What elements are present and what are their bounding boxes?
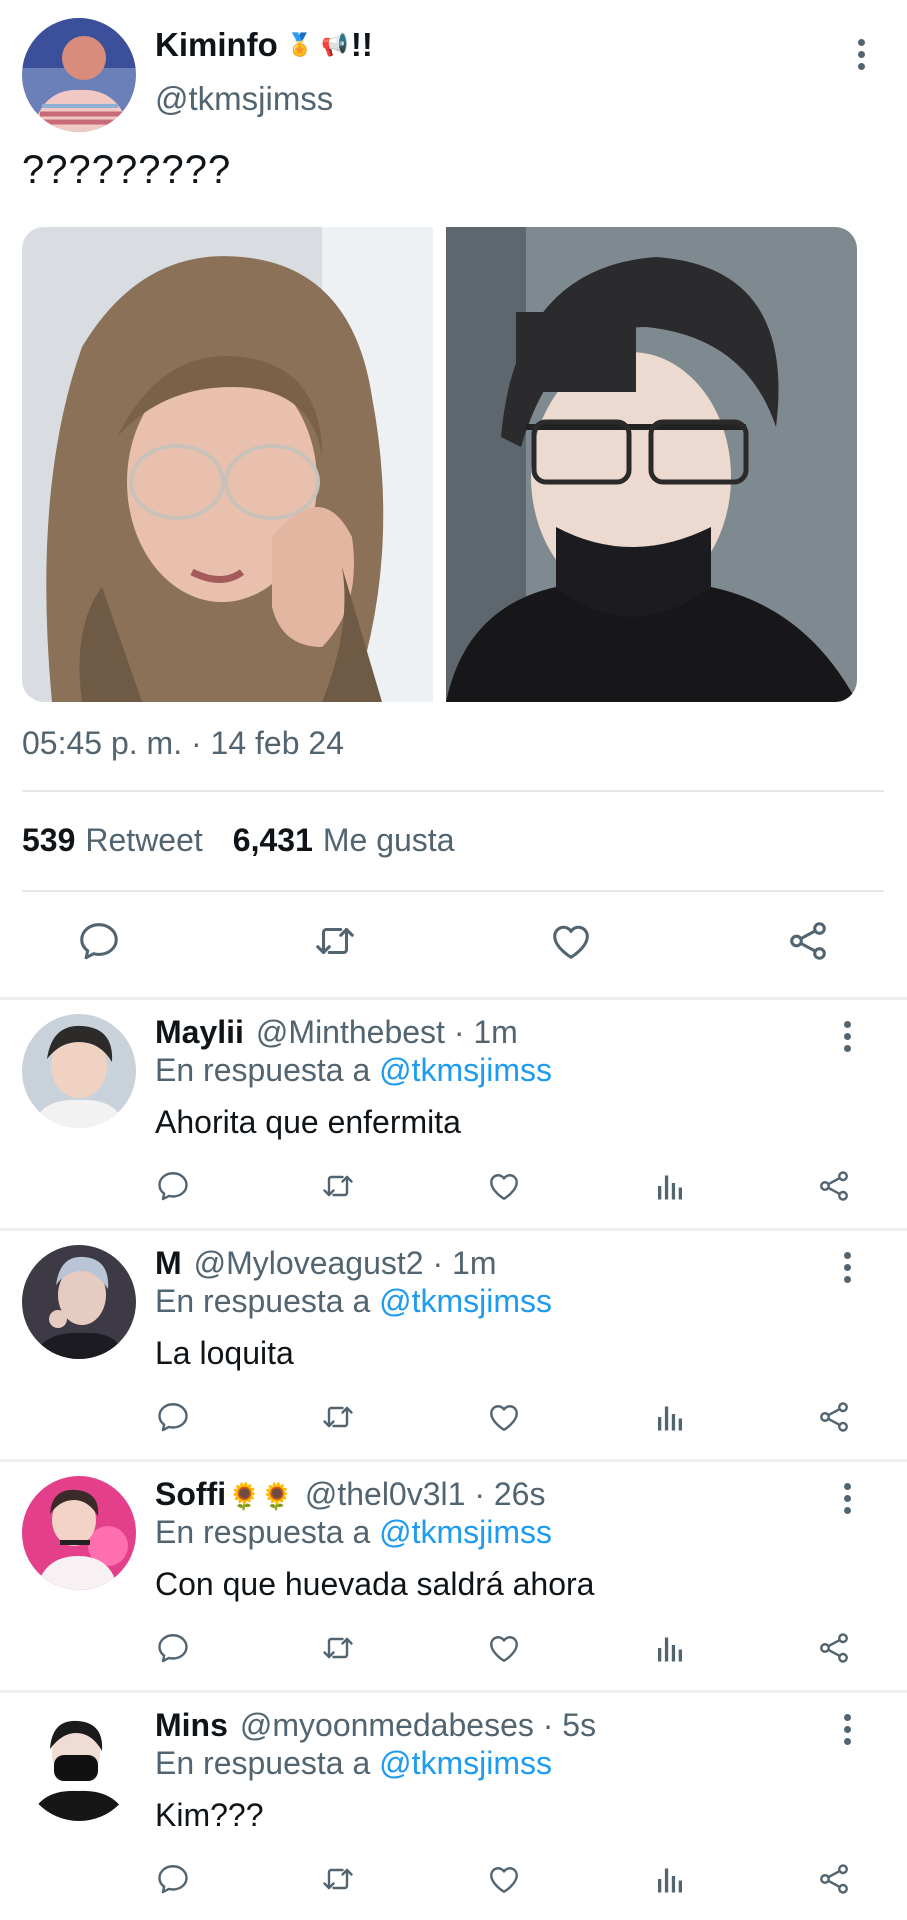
author-name-row[interactable]: Kiminfo 🏅 📢 !! xyxy=(155,26,373,64)
tweet-photo-2[interactable] xyxy=(446,227,857,702)
views-icon[interactable] xyxy=(652,1168,688,1204)
replying-prefix: En respuesta a xyxy=(155,1745,371,1781)
more-options-icon[interactable] xyxy=(846,34,876,74)
megaphone-emoji: 📢 xyxy=(321,32,349,57)
more-options-icon[interactable] xyxy=(832,1247,862,1287)
retweets-count[interactable]: 539 xyxy=(22,822,75,859)
reply-avatar[interactable] xyxy=(22,1707,136,1821)
tweet-timestamp[interactable]: 05:45 p. m. · 14 feb 24 xyxy=(22,725,344,762)
share-icon[interactable] xyxy=(816,1399,852,1435)
tweet-photo-1[interactable] xyxy=(22,227,433,702)
like-icon[interactable] xyxy=(486,1399,522,1435)
like-icon[interactable] xyxy=(486,1861,522,1897)
replying-to: En respuesta a @tkmsjimss xyxy=(155,1514,552,1551)
author-name-suffix: !! xyxy=(350,26,373,63)
name-emoji: 🌻🌻 xyxy=(228,1481,293,1511)
reply-author-name[interactable]: Mins xyxy=(155,1707,228,1744)
like-icon[interactable] xyxy=(486,1630,522,1666)
reply-author-name[interactable]: Maylii xyxy=(155,1014,244,1051)
retweet-icon[interactable] xyxy=(320,1168,356,1204)
reply-author-name[interactable]: M xyxy=(155,1245,182,1282)
reply-avatar[interactable] xyxy=(22,1014,136,1128)
more-options-icon[interactable] xyxy=(832,1709,862,1749)
more-options-icon[interactable] xyxy=(832,1016,862,1056)
share-icon[interactable] xyxy=(816,1861,852,1897)
medal-emoji: 🏅 xyxy=(286,32,314,57)
replying-to: En respuesta a @tkmsjimss xyxy=(155,1283,552,1320)
views-icon[interactable] xyxy=(652,1630,688,1666)
reply-icon[interactable] xyxy=(76,918,122,964)
divider xyxy=(22,890,884,892)
reply-icon[interactable] xyxy=(155,1399,191,1435)
author-name[interactable]: Kiminfo xyxy=(155,26,278,64)
replying-mention[interactable]: @tkmsjimss xyxy=(379,1283,552,1319)
likes-count[interactable]: 6,431 xyxy=(233,822,313,859)
reply-handle-time[interactable]: @myoonmedabeses · 5s xyxy=(240,1707,596,1744)
share-icon[interactable] xyxy=(816,1630,852,1666)
reply-text: Ahorita que enfermita xyxy=(155,1104,461,1140)
more-options-icon[interactable] xyxy=(832,1478,862,1518)
reply-name-row[interactable]: Mins @myoonmedabeses · 5s xyxy=(155,1707,596,1744)
share-icon[interactable] xyxy=(785,918,831,964)
retweet-icon[interactable] xyxy=(320,1399,356,1435)
replying-prefix: En respuesta a xyxy=(155,1283,371,1319)
retweet-icon[interactable] xyxy=(320,1630,356,1666)
tweet-stats: 539 Retweet 6,431 Me gusta xyxy=(22,822,454,859)
reply-tweet[interactable]: Soffi🌻🌻 @thel0v3l1 · 26s En respuesta a … xyxy=(0,1462,907,1690)
author-avatar[interactable] xyxy=(22,18,136,132)
reply-tweet[interactable]: Mins @myoonmedabeses · 5s En respuesta a… xyxy=(0,1693,907,1920)
replying-prefix: En respuesta a xyxy=(155,1052,371,1088)
tweet-text: ????????? xyxy=(22,148,232,192)
replying-mention[interactable]: @tkmsjimss xyxy=(379,1052,552,1088)
like-icon[interactable] xyxy=(486,1168,522,1204)
reply-handle-time[interactable]: @Minthebest · 1m xyxy=(256,1014,518,1051)
share-icon[interactable] xyxy=(816,1168,852,1204)
reply-tweet[interactable]: M @Myloveagust2 · 1m En respuesta a @tkm… xyxy=(0,1231,907,1459)
reply-icon[interactable] xyxy=(155,1168,191,1204)
tweet-action-bar xyxy=(0,918,907,970)
like-icon[interactable] xyxy=(548,918,594,964)
reply-icon[interactable] xyxy=(155,1861,191,1897)
retweet-icon[interactable] xyxy=(320,1861,356,1897)
reply-text: La loquita xyxy=(155,1335,294,1371)
reply-name-row[interactable]: Soffi🌻🌻 @thel0v3l1 · 26s xyxy=(155,1476,545,1513)
reply-avatar[interactable] xyxy=(22,1245,136,1359)
reply-author-name[interactable]: Soffi🌻🌻 xyxy=(155,1476,293,1513)
reply-icon[interactable] xyxy=(155,1630,191,1666)
replying-mention[interactable]: @tkmsjimss xyxy=(379,1745,552,1781)
likes-label[interactable]: Me gusta xyxy=(323,822,455,859)
tweet-media[interactable] xyxy=(22,227,857,702)
reply-name-row[interactable]: M @Myloveagust2 · 1m xyxy=(155,1245,496,1282)
main-tweet: Kiminfo 🏅 📢 !! @tkmsjimss ????????? 05:4… xyxy=(0,0,907,998)
retweet-icon[interactable] xyxy=(312,918,358,964)
reply-tweet[interactable]: Maylii @Minthebest · 1m En respuesta a @… xyxy=(0,1000,907,1228)
reply-name-row[interactable]: Maylii @Minthebest · 1m xyxy=(155,1014,518,1051)
reply-handle-time[interactable]: @thel0v3l1 · 26s xyxy=(305,1476,546,1513)
reply-avatar[interactable] xyxy=(22,1476,136,1590)
reply-text: Con que huevada saldrá ahora xyxy=(155,1566,595,1602)
replying-prefix: En respuesta a xyxy=(155,1514,371,1550)
replying-mention[interactable]: @tkmsjimss xyxy=(379,1514,552,1550)
replying-to: En respuesta a @tkmsjimss xyxy=(155,1052,552,1089)
reply-handle-time[interactable]: @Myloveagust2 · 1m xyxy=(194,1245,497,1282)
divider xyxy=(22,790,884,792)
views-icon[interactable] xyxy=(652,1399,688,1435)
reply-text: Kim??? xyxy=(155,1797,264,1833)
author-handle[interactable]: @tkmsjimss xyxy=(155,80,333,118)
retweets-label[interactable]: Retweet xyxy=(85,822,202,859)
replying-to: En respuesta a @tkmsjimss xyxy=(155,1745,552,1782)
views-icon[interactable] xyxy=(652,1861,688,1897)
